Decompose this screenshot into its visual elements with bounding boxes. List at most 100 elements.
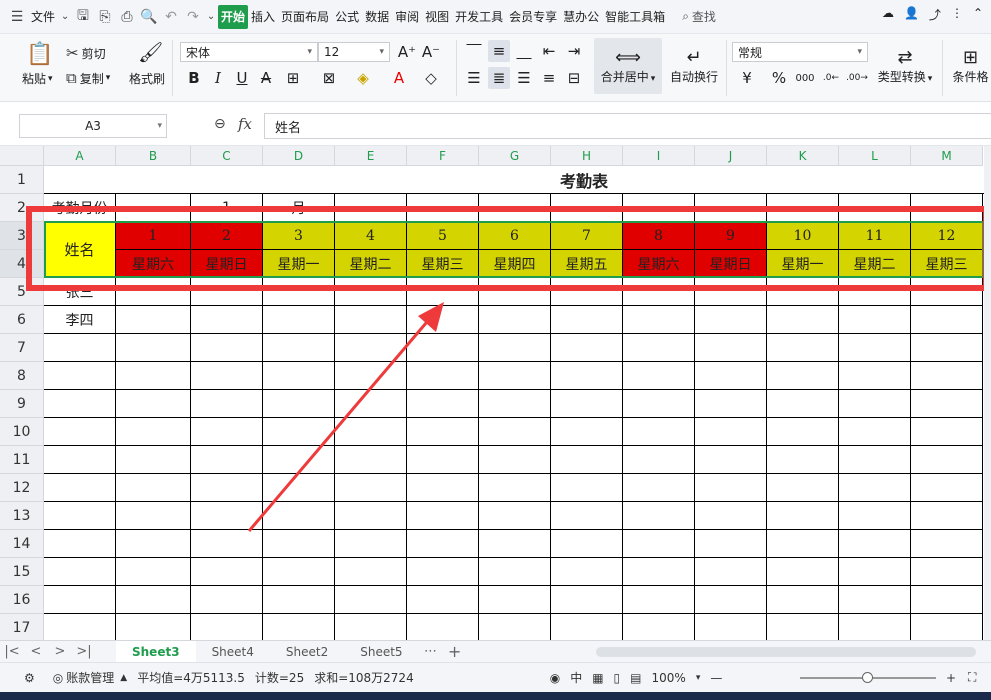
more-icon[interactable]: ⋮ <box>951 6 963 23</box>
status-count: 计数=25 <box>254 671 305 685</box>
tab-developer[interactable]: 开发工具 <box>452 5 506 29</box>
first-sheet-icon[interactable]: |< <box>0 644 24 659</box>
zoom-out-icon[interactable]: — <box>710 671 722 685</box>
strikethrough-icon[interactable]: A <box>255 67 277 89</box>
more-chevron-icon[interactable]: ⌄ <box>204 6 218 28</box>
worksheet-grid[interactable]: ABCDEFGHIJKLM 1 2 3 4 5 6 7 8 9 10 11 12 13 14 15 16 17 … <box>0 146 991 640</box>
prev-sheet-icon[interactable]: < <box>24 644 48 659</box>
hamburger-icon[interactable]: ☰ <box>6 6 28 28</box>
fx-icon[interactable]: fx <box>238 115 252 133</box>
decrease-decimal-icon[interactable]: .00→ <box>846 67 868 89</box>
tab-review[interactable]: 审阅 <box>392 5 422 29</box>
align-bottom-icon[interactable]: ⎽ <box>513 40 535 62</box>
fill-effect-icon[interactable]: ⊠ <box>318 67 340 89</box>
tab-insert[interactable]: 插入 <box>248 5 278 29</box>
horizontal-scrollbar[interactable] <box>596 647 976 657</box>
decrease-font-icon[interactable]: A⁻ <box>420 41 442 63</box>
underline-icon[interactable]: U <box>231 67 253 89</box>
tab-home[interactable]: 开始 <box>218 4 249 29</box>
font-name-select[interactable]: 宋体 ▾ <box>180 42 318 62</box>
sheet-tab-bar: |< < > >| Sheet3 Sheet4 Sheet2 Sheet5 ⋯ … <box>0 640 991 663</box>
format-painter-icon[interactable]: 🖌 <box>138 40 163 64</box>
wrap-text-button[interactable]: ↵ 自动换行 <box>668 38 720 94</box>
bold-icon[interactable]: B <box>183 67 205 89</box>
thousands-icon[interactable]: 000 <box>794 67 816 89</box>
merge-center-button[interactable]: ⟺ 合并居中 ▾ <box>594 38 662 94</box>
number-format-select[interactable]: 常规 ▾ <box>732 42 868 62</box>
clear-format-icon[interactable]: ◇ <box>420 67 442 89</box>
align-right-icon[interactable]: ☰ <box>513 67 535 89</box>
search-box[interactable]: ⌕ 查找 <box>682 8 716 25</box>
sheet-tab-sheet2[interactable]: Sheet2 <box>270 641 344 663</box>
increase-font-icon[interactable]: A⁺ <box>396 41 418 63</box>
copy-button[interactable]: ⧉ 复制 ▾ <box>66 69 110 87</box>
tab-toolbox[interactable]: 智能工具箱 <box>602 5 668 29</box>
page-view-icon[interactable]: ▯ <box>614 671 621 685</box>
tab-member[interactable]: 会员专享 <box>506 5 560 29</box>
formula-input[interactable]: 姓名 <box>264 113 991 139</box>
eye-protect-icon[interactable]: ◉ <box>550 671 560 685</box>
indent-decrease-icon[interactable]: ⇤ <box>538 40 560 62</box>
next-sheet-icon[interactable]: > <box>48 644 72 659</box>
distributed-icon[interactable]: ⊟ <box>563 67 585 89</box>
page-break-view-icon[interactable]: ▤ <box>630 671 641 685</box>
percent-icon[interactable]: % <box>768 67 790 89</box>
status-sum: 求和=108万2724 <box>314 671 414 685</box>
export-icon[interactable]: ⎘ <box>94 6 116 28</box>
input-method-icon[interactable]: 中 <box>570 669 582 686</box>
increase-decimal-icon[interactable]: .0← <box>820 67 842 89</box>
currency-icon[interactable]: ¥ <box>736 67 758 89</box>
zoom-in-icon[interactable]: + <box>946 671 956 685</box>
font-color-icon[interactable]: A <box>388 67 410 89</box>
conditional-format-button[interactable]: ⊞ 条件格 <box>950 38 991 94</box>
tab-smart-office[interactable]: 慧办公 <box>560 5 602 29</box>
last-sheet-icon[interactable]: >| <box>72 644 96 659</box>
italic-icon[interactable]: I <box>207 67 229 89</box>
border-icon[interactable]: ⊞ <box>282 67 304 89</box>
macro-icon[interactable]: ⚙ <box>24 671 35 685</box>
cut-button[interactable]: ✂ 剪切 <box>66 44 106 62</box>
align-center-icon[interactable]: ≣ <box>488 67 510 89</box>
justify-icon[interactable]: ≡ <box>538 67 560 89</box>
sheet-tab-sheet4[interactable]: Sheet4 <box>196 641 270 663</box>
fullscreen-icon[interactable]: ⛶ <box>968 670 976 685</box>
tab-view[interactable]: 视图 <box>422 5 452 29</box>
copy-icon: ⧉ <box>66 69 77 87</box>
zoom-level[interactable]: 100% <box>652 671 686 685</box>
cloud-sync-icon[interactable]: ☁ <box>882 6 894 23</box>
sheet-tab-sheet3[interactable]: Sheet3 <box>116 640 196 663</box>
normal-view-icon[interactable]: ▦ <box>592 671 603 685</box>
chevron-down-icon[interactable]: ⌄ <box>58 6 72 28</box>
align-middle-icon[interactable]: ≡ <box>488 40 510 62</box>
fill-color-icon[interactable]: ◈ <box>352 67 374 89</box>
zoom-slider-knob[interactable] <box>862 672 873 683</box>
print-preview-icon[interactable]: 🔍 <box>138 6 160 28</box>
format-painter-button[interactable]: 格式刷 <box>129 70 165 87</box>
undo-icon[interactable]: ↶ <box>160 6 182 28</box>
save-icon[interactable]: 🖫 <box>72 6 94 28</box>
add-sheet-icon[interactable]: + <box>443 642 467 661</box>
share-icon[interactable]: ⤴ <box>929 6 941 23</box>
paste-button[interactable]: 粘贴 ▾ <box>22 70 53 87</box>
sheet-tab-sheet5[interactable]: Sheet5 <box>344 641 418 663</box>
zoom-dropdown-icon[interactable]: ▾ <box>696 673 701 683</box>
collapse-ribbon-icon[interactable]: ⌃ <box>973 6 983 23</box>
type-convert-button[interactable]: ⇄ 类型转换 ▾ <box>874 38 936 94</box>
redo-icon[interactable]: ↷ <box>182 6 204 28</box>
paste-icon[interactable]: 📋 <box>26 42 53 67</box>
zoom-formula-icon[interactable]: ⊖ <box>214 116 226 132</box>
font-size-select[interactable]: 12 ▾ <box>318 42 390 62</box>
name-box[interactable]: A3 ▾ <box>19 114 167 138</box>
tab-data[interactable]: 数据 <box>362 5 392 29</box>
indent-increase-icon[interactable]: ⇥ <box>563 40 585 62</box>
more-sheets-icon[interactable]: ⋯ <box>419 644 443 659</box>
tab-page-layout[interactable]: 页面布局 <box>278 5 332 29</box>
tab-formulas[interactable]: 公式 <box>332 5 362 29</box>
account-manage-button[interactable]: ◎ 账款管理 ▲ <box>53 669 127 686</box>
align-top-icon[interactable]: ⎺ <box>463 40 485 62</box>
file-menu[interactable]: 文件 <box>28 5 58 29</box>
print-icon[interactable]: ⎙ <box>116 6 138 28</box>
align-left-icon[interactable]: ☰ <box>463 67 485 89</box>
share-user-icon[interactable]: 👤 <box>904 6 919 23</box>
vertical-scrollbar[interactable] <box>984 146 991 640</box>
